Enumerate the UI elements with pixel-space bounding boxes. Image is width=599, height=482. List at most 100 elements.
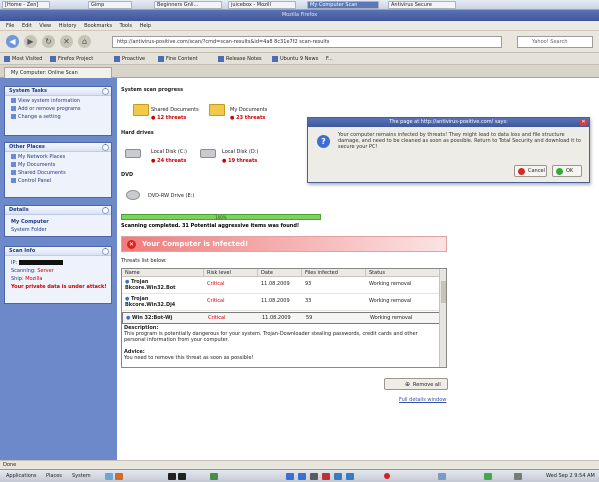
bookmark-firefox[interactable]: Firefox Project xyxy=(50,55,93,63)
threats-label: Threats list below: xyxy=(121,258,167,264)
column-header-status[interactable]: Status xyxy=(366,269,440,277)
full-details-link[interactable]: Full details window xyxy=(399,397,446,403)
sidebar-item-network[interactable]: My Network Places xyxy=(5,152,111,160)
drive-name[interactable]: Local Disk (C:) xyxy=(151,149,187,155)
sidebar-item-add-remove[interactable]: Add or remove programs xyxy=(5,104,111,112)
column-header-files[interactable]: Files infected xyxy=(302,269,366,277)
forward-icon[interactable]: ▶ xyxy=(24,35,37,48)
bookmark-icon xyxy=(218,55,224,62)
launcher-icon[interactable] xyxy=(105,473,113,480)
app-icon[interactable] xyxy=(346,473,354,480)
reload-icon[interactable]: ↻ xyxy=(42,35,55,48)
browser-tab-strip: My Computer: Online Scan xyxy=(0,65,599,78)
collapse-icon[interactable]: ˄ xyxy=(102,207,109,214)
ok-icon xyxy=(556,168,563,175)
dvd-name[interactable]: DVD-RW Drive (E:) xyxy=(148,193,194,199)
bookmark-label: Proactive xyxy=(122,56,146,62)
taskbar-applications[interactable]: Applications xyxy=(6,472,37,481)
app-icon[interactable] xyxy=(210,473,218,480)
bookmark-ubuntu-news[interactable]: Ubuntu 9 News xyxy=(272,55,318,63)
cancel-button[interactable]: Cancel xyxy=(514,165,547,177)
table-row[interactable]: ● Trojan Bkcore.Win32.Dj4 Critical 11.08.… xyxy=(122,295,440,311)
drive-icon[interactable] xyxy=(200,149,216,158)
tray-icon[interactable] xyxy=(438,473,446,480)
folder-icon[interactable] xyxy=(209,104,225,116)
bookmark-icon xyxy=(158,55,164,62)
sidebar-item-label: My Documents xyxy=(18,162,56,168)
collapse-icon[interactable]: ˄ xyxy=(102,88,109,95)
window-tab-5[interactable]: My Computer Scan xyxy=(307,1,379,9)
table-scrollbar[interactable] xyxy=(439,269,446,367)
scrollbar-thumb[interactable] xyxy=(441,281,446,303)
collapse-icon[interactable]: ˄ xyxy=(102,248,109,255)
menu-file[interactable]: File xyxy=(6,23,14,29)
window-tab-1[interactable]: [Home - Zen] xyxy=(2,1,50,9)
details-type: System Folder xyxy=(11,227,47,233)
clock[interactable]: Wed Sep 2 9:54 AM xyxy=(546,472,595,481)
menu-edit[interactable]: Edit xyxy=(22,23,32,29)
record-icon[interactable] xyxy=(384,473,390,479)
app-icon[interactable] xyxy=(310,473,318,480)
volume-icon[interactable] xyxy=(514,473,522,480)
taskbar-system[interactable]: System xyxy=(72,472,91,481)
window-tab-3[interactable]: Beginners Gnli... xyxy=(154,1,222,9)
scan-info-header[interactable]: Scan Info ˄ xyxy=(5,247,111,256)
sidebar-item-control-panel[interactable]: Control Panel xyxy=(5,176,111,184)
drive-name[interactable]: Local Disk (D:) xyxy=(222,149,258,155)
table-row-selected[interactable]: ● Win 32:Bot-Wj Critical 11.08.2009 59 W… xyxy=(122,312,440,324)
table-row[interactable]: ● Trojan Bkcore.Win32.Bot Critical 11.08.… xyxy=(122,278,440,294)
search-input[interactable]: Yahoo! Search xyxy=(517,36,593,48)
sidebar-item-shared[interactable]: Shared Documents xyxy=(5,168,111,176)
column-header-name[interactable]: Name xyxy=(122,269,204,277)
window-tab-2[interactable]: Gimp xyxy=(88,1,132,9)
app-icon[interactable] xyxy=(286,473,294,480)
drive-icon[interactable] xyxy=(125,149,141,158)
menu-tools[interactable]: Tools xyxy=(120,23,132,29)
bookmark-more[interactable]: F... xyxy=(326,55,333,63)
remove-all-button[interactable]: ⊕ Remove all xyxy=(384,378,448,390)
sidebar-item-system-info[interactable]: View system information xyxy=(5,96,111,104)
collapse-icon[interactable]: ˄ xyxy=(102,144,109,151)
menu-help[interactable]: Help xyxy=(140,23,151,29)
column-header-date[interactable]: Date xyxy=(258,269,302,277)
window-tab-4[interactable]: juicebox - Mozill xyxy=(228,1,296,9)
bookmark-fine-content[interactable]: Fine Content xyxy=(158,55,198,63)
remove-icon: ⊕ xyxy=(405,381,411,388)
bookmark-most-visited[interactable]: Most Visited xyxy=(4,55,42,63)
url-input[interactable]: http://antivirus-positive.com/scan/?cmd=… xyxy=(112,36,502,48)
close-icon[interactable]: ✕ xyxy=(580,119,587,126)
folder-threats: ● 23 threats xyxy=(230,115,266,121)
taskbar-places[interactable]: Places xyxy=(46,472,62,481)
menu-history[interactable]: History xyxy=(59,23,77,29)
sidebar-item-documents[interactable]: My Documents xyxy=(5,160,111,168)
app-icon[interactable] xyxy=(322,473,330,480)
home-icon[interactable]: ⌂ xyxy=(78,35,91,48)
launcher-icon[interactable] xyxy=(115,473,123,480)
menu-bookmarks[interactable]: Bookmarks xyxy=(84,23,112,29)
redacted-ip xyxy=(18,260,63,265)
tab-my-computer[interactable]: My Computer: Online Scan xyxy=(4,67,112,78)
column-header-risk[interactable]: Risk level xyxy=(204,269,258,277)
bookmark-release-notes[interactable]: Release Notes xyxy=(218,55,262,63)
folder-name[interactable]: My Documents xyxy=(230,107,267,113)
app-icon[interactable] xyxy=(178,473,186,480)
bookmark-proactive[interactable]: Proactive xyxy=(114,55,145,63)
bookmarks-toolbar: Most Visited Firefox Project Proactive F… xyxy=(0,53,599,65)
stop-icon[interactable]: ✕ xyxy=(60,35,73,48)
back-icon[interactable]: ◀ xyxy=(6,35,19,48)
sidebar-item-label: My Network Places xyxy=(18,154,66,160)
ok-button[interactable]: OK xyxy=(552,165,582,177)
network-tray-icon[interactable] xyxy=(484,473,492,480)
other-places-header[interactable]: Other Places ˄ xyxy=(5,143,111,152)
app-icon[interactable] xyxy=(298,473,306,480)
window-tab-6[interactable]: Antivirus Secure xyxy=(388,1,456,9)
details-header[interactable]: Details ˄ xyxy=(5,206,111,215)
app-icon[interactable] xyxy=(168,473,176,480)
folder-icon[interactable] xyxy=(133,104,149,116)
sidebar-item-change-setting[interactable]: Change a setting xyxy=(5,112,111,120)
folder-name[interactable]: Shared Documents xyxy=(151,107,199,113)
dvd-drive-icon[interactable] xyxy=(126,190,140,200)
menu-view[interactable]: View xyxy=(39,23,51,29)
app-icon[interactable] xyxy=(334,473,342,480)
system-tasks-header[interactable]: System Tasks ˄ xyxy=(5,87,111,96)
